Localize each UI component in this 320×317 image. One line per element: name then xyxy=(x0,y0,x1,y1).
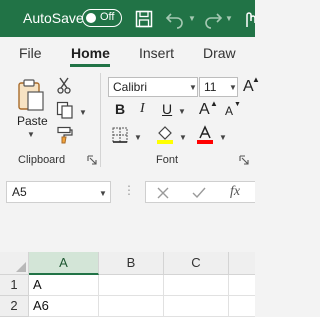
shrink-arrow-icon: ▼ xyxy=(234,101,241,108)
column-header-b[interactable]: B xyxy=(99,252,164,275)
paste-icon[interactable] xyxy=(16,78,46,112)
font-size-dropdown-caret[interactable]: ▼ xyxy=(229,83,237,92)
redo-icon[interactable] xyxy=(201,9,223,29)
font-color-dropdown-caret[interactable]: ▼ xyxy=(219,133,227,142)
autosave-state-label: Off xyxy=(100,11,115,23)
font-dialog-launcher-icon[interactable] xyxy=(239,155,249,165)
increase-font-size-alt-button[interactable]: A xyxy=(199,101,210,119)
autosave-toggle[interactable]: Off xyxy=(82,9,122,27)
formula-bar-grip-icon: ⋮ xyxy=(123,183,136,197)
undo-dropdown-caret[interactable]: ▼ xyxy=(188,14,196,23)
cell-a2[interactable]: A6 xyxy=(29,296,99,317)
ribbon-tabs: File Home Insert Draw xyxy=(0,37,255,68)
undo-icon[interactable] xyxy=(165,9,187,29)
confirm-entry-icon[interactable] xyxy=(192,187,206,199)
font-name-dropdown-caret[interactable]: ▼ xyxy=(189,83,197,92)
active-tab-indicator xyxy=(70,64,110,67)
column-header-a[interactable]: A xyxy=(29,252,99,275)
font-name-combo[interactable]: Calibri ▼ xyxy=(108,77,198,97)
cell-d1[interactable] xyxy=(229,275,255,296)
font-group-label: Font xyxy=(156,154,179,166)
font-name-value: Calibri xyxy=(113,80,148,94)
cell-c1[interactable] xyxy=(164,275,229,296)
autosave-label: AutoSave xyxy=(23,10,84,26)
font-size-value: 11 xyxy=(204,80,217,94)
cell-b1[interactable] xyxy=(99,275,164,296)
column-header-c[interactable]: C xyxy=(164,252,229,275)
italic-button[interactable]: I xyxy=(140,101,145,117)
fill-color-icon[interactable] xyxy=(156,125,174,145)
cell-d2[interactable] xyxy=(229,296,255,317)
formula-bar-input[interactable]: fx xyxy=(145,181,255,203)
copy-icon[interactable] xyxy=(56,101,74,119)
clipboard-group: Paste ▼ ▼ Clipboard xyxy=(0,68,100,170)
underline-button[interactable]: U xyxy=(162,101,172,117)
increase-font-arrow-icon: ▲ xyxy=(252,75,260,84)
copy-dropdown-caret[interactable]: ▼ xyxy=(79,108,87,117)
name-box[interactable]: A5 ▼ xyxy=(6,181,111,203)
paste-dropdown-caret[interactable]: ▼ xyxy=(27,130,35,139)
touch-mode-icon[interactable] xyxy=(243,9,255,29)
cancel-entry-icon[interactable] xyxy=(157,187,169,199)
borders-dropdown-caret[interactable]: ▼ xyxy=(134,133,142,142)
save-icon[interactable] xyxy=(135,10,153,28)
format-painter-icon[interactable] xyxy=(56,126,74,144)
font-size-combo[interactable]: 11 ▼ xyxy=(199,77,238,97)
cell-b2[interactable] xyxy=(99,296,164,317)
paste-label[interactable]: Paste xyxy=(17,114,48,128)
row-header-1[interactable]: 1 xyxy=(0,275,29,296)
font-group: Calibri ▼ 11 ▼ A ▲ B I U ▼ A ▲ A ▼ ▼ ▼ ▼… xyxy=(101,68,260,170)
bold-button[interactable]: B xyxy=(115,101,125,117)
grow-arrow-icon: ▲ xyxy=(210,99,218,108)
insert-function-button[interactable]: fx xyxy=(230,184,240,200)
clipboard-dialog-launcher-icon[interactable] xyxy=(87,155,97,165)
cell-c2[interactable] xyxy=(164,296,229,317)
cut-icon[interactable] xyxy=(56,76,72,94)
decrease-font-size-button[interactable]: A xyxy=(225,104,233,118)
name-box-value: A5 xyxy=(12,185,27,199)
select-all-corner[interactable] xyxy=(0,252,29,275)
title-bar: AutoSave Off ▼ ▼ xyxy=(0,0,255,37)
clipboard-group-label: Clipboard xyxy=(18,154,66,166)
column-header-d-partial[interactable] xyxy=(229,252,255,275)
name-box-dropdown-caret[interactable]: ▼ xyxy=(99,189,107,198)
select-all-triangle-icon xyxy=(16,262,26,272)
underline-dropdown-caret[interactable]: ▼ xyxy=(178,107,186,116)
tab-draw[interactable]: Draw xyxy=(203,45,236,61)
cell-a1[interactable]: A xyxy=(29,275,99,296)
tab-insert[interactable]: Insert xyxy=(139,45,174,61)
redo-dropdown-caret[interactable]: ▼ xyxy=(225,14,233,23)
tab-home[interactable]: Home xyxy=(71,45,110,61)
tab-file[interactable]: File xyxy=(19,45,42,61)
font-color-icon[interactable] xyxy=(196,125,214,145)
toggle-knob xyxy=(86,12,96,23)
borders-icon[interactable] xyxy=(112,127,128,143)
row-header-2[interactable]: 2 xyxy=(0,296,29,317)
fill-color-dropdown-caret[interactable]: ▼ xyxy=(179,133,187,142)
worksheet-grid: A B C 1 A 2 A6 xyxy=(0,252,255,317)
